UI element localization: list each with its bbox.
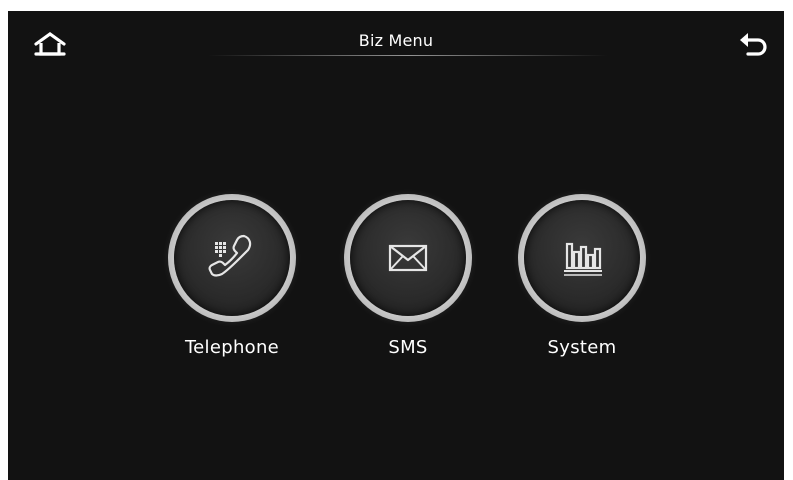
telephone-button-ring xyxy=(168,194,296,322)
bar-chart-icon xyxy=(564,242,602,276)
title-divider xyxy=(208,55,608,56)
app-screen: Biz Menu Telephone SMS System xyxy=(8,11,784,480)
menu-item-telephone[interactable]: Telephone xyxy=(168,194,296,364)
system-button-face xyxy=(524,200,640,316)
envelope-icon xyxy=(388,244,428,272)
telephone-label: Telephone xyxy=(184,337,280,358)
menu-item-system[interactable]: System xyxy=(518,194,646,364)
sms-label: SMS xyxy=(388,337,428,358)
back-button[interactable] xyxy=(736,29,772,59)
telephone-button-face xyxy=(174,200,290,316)
menu-item-sms[interactable]: SMS xyxy=(344,194,472,364)
back-arrow-icon xyxy=(740,33,767,56)
sms-button-ring xyxy=(344,194,472,322)
telephone-keypad-icon xyxy=(208,234,252,277)
page-title: Biz Menu xyxy=(358,31,434,50)
sms-button-face xyxy=(350,200,466,316)
system-button-ring xyxy=(518,194,646,322)
system-label: System xyxy=(547,337,617,358)
